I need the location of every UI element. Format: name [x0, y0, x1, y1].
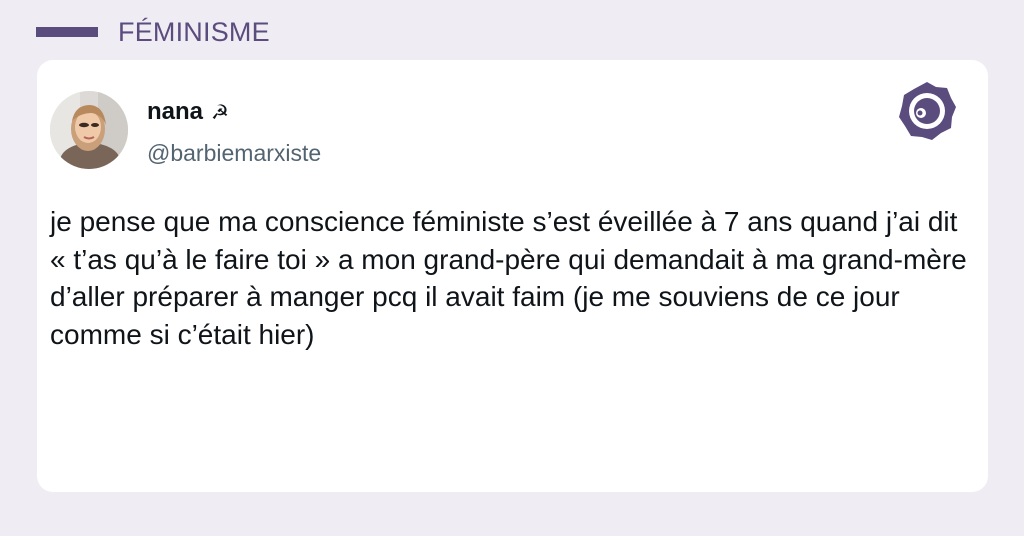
tweet-card: nana ☭ @barbiemarxiste je pense que ma c… — [37, 60, 988, 492]
category-accent-bar — [36, 27, 98, 37]
avatar[interactable] — [50, 91, 128, 169]
hammer-sickle-icon: ☭ — [211, 100, 229, 124]
category-header: FÉMINISME — [36, 15, 270, 49]
display-name[interactable]: nana — [147, 98, 203, 126]
author-name-row: nana ☭ — [147, 98, 229, 126]
category-label: FÉMINISME — [118, 16, 270, 47]
brand-logo-icon — [896, 80, 958, 142]
tweet-text: je pense que ma conscience féministe s’e… — [50, 206, 967, 350]
author-handle[interactable]: @barbiemarxiste — [147, 140, 321, 167]
